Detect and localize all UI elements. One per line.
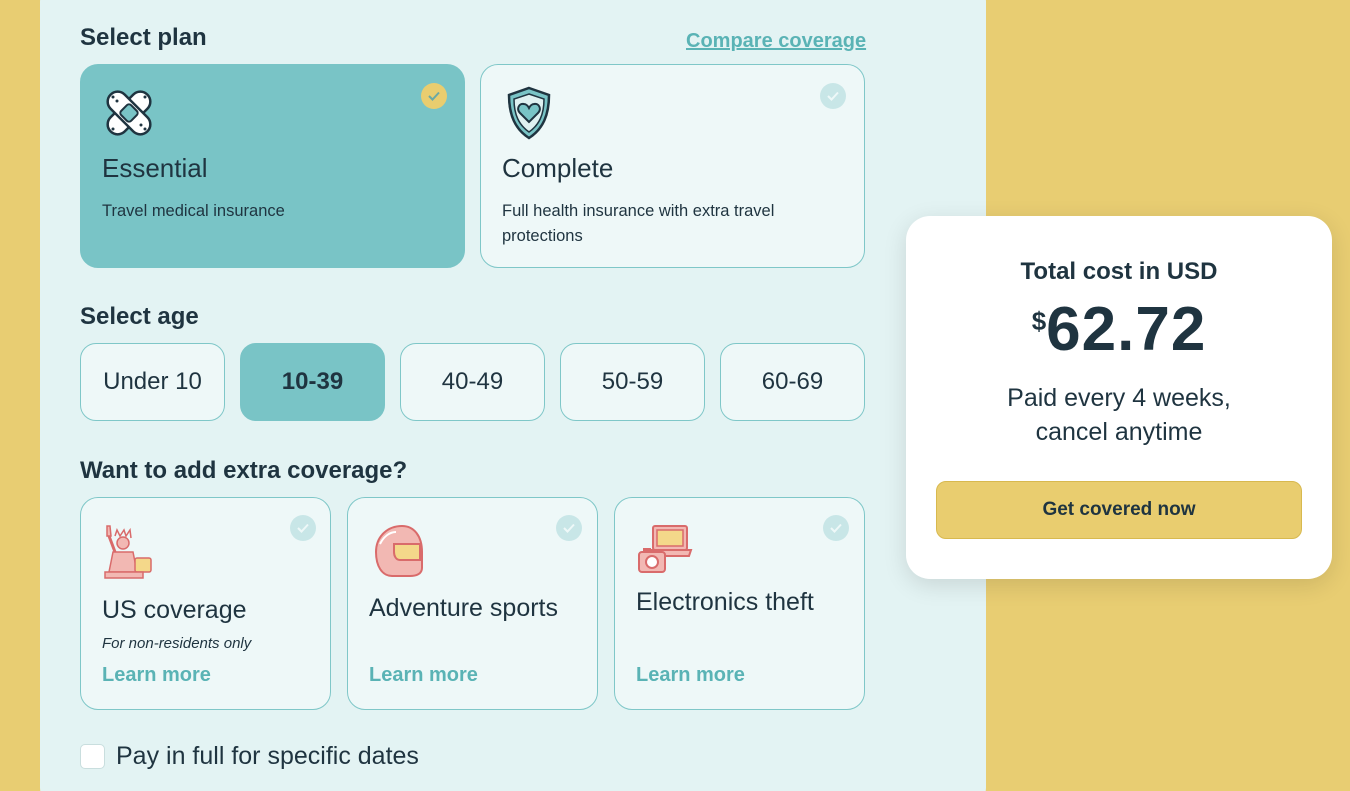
- coverage-note: For non-residents only: [102, 635, 252, 652]
- electronics-icon: [638, 525, 693, 573]
- currency-symbol: $: [1031, 306, 1047, 336]
- coverage-card-us[interactable]: US coverage For non-residents only Learn…: [80, 497, 331, 710]
- plan-card-complete[interactable]: Complete Full health insurance with extr…: [480, 64, 865, 268]
- plan-name: Complete: [502, 153, 614, 183]
- plan-name: Essential: [102, 153, 208, 183]
- unselected-check-icon: [556, 515, 582, 541]
- learn-more-link[interactable]: Learn more: [369, 664, 478, 687]
- selected-check-icon: [421, 83, 447, 109]
- plan-card-essential[interactable]: Essential Travel medical insurance: [80, 64, 465, 268]
- shield-heart-icon: [507, 86, 551, 140]
- plan-description: Full health insurance with extra travel …: [502, 202, 775, 245]
- coverage-name: Adventure sports: [369, 594, 558, 622]
- learn-more-link[interactable]: Learn more: [102, 664, 211, 687]
- pay-in-full-label: Pay in full for specific dates: [116, 742, 419, 770]
- price: $62.72: [906, 294, 1332, 365]
- get-covered-button[interactable]: Get covered now: [936, 481, 1302, 539]
- total-cost-card: Total cost in USD $62.72 Paid every 4 we…: [906, 216, 1332, 579]
- extra-coverage-heading: Want to add extra coverage?: [80, 457, 408, 484]
- statue-of-liberty-icon: [104, 525, 152, 579]
- select-plan-heading: Select plan: [80, 24, 207, 51]
- pay-in-full-row[interactable]: Pay in full for specific dates: [80, 742, 419, 771]
- age-option-under-10[interactable]: Under 10: [80, 343, 225, 421]
- bandage-icon: [106, 90, 152, 136]
- plan-selection-panel: Select plan Compare coverage Essential T…: [40, 0, 986, 791]
- helmet-icon: [374, 524, 423, 577]
- coverage-name: Electronics theft: [636, 588, 814, 616]
- unselected-check-icon: [820, 83, 846, 109]
- compare-coverage-link[interactable]: Compare coverage: [686, 30, 866, 53]
- age-option-60-69[interactable]: 60-69: [720, 343, 865, 421]
- age-option-50-59[interactable]: 50-59: [560, 343, 705, 421]
- unselected-check-icon: [823, 515, 849, 541]
- coverage-name: US coverage: [102, 596, 247, 624]
- total-cost-label: Total cost in USD: [1020, 258, 1218, 285]
- age-option-10-39[interactable]: 10-39: [240, 343, 385, 421]
- unselected-check-icon: [290, 515, 316, 541]
- plan-description: Travel medical insurance: [102, 202, 285, 220]
- billing-terms: Paid every 4 weeks, cancel anytime: [1007, 384, 1231, 446]
- coverage-card-adventure-sports[interactable]: Adventure sports Learn more: [347, 497, 598, 710]
- learn-more-link[interactable]: Learn more: [636, 664, 745, 687]
- coverage-card-electronics-theft[interactable]: Electronics theft Learn more: [614, 497, 865, 710]
- price-amount: 62.72: [1046, 295, 1207, 364]
- pay-in-full-checkbox[interactable]: [80, 744, 105, 769]
- select-age-heading: Select age: [80, 303, 199, 330]
- age-option-40-49[interactable]: 40-49: [400, 343, 545, 421]
